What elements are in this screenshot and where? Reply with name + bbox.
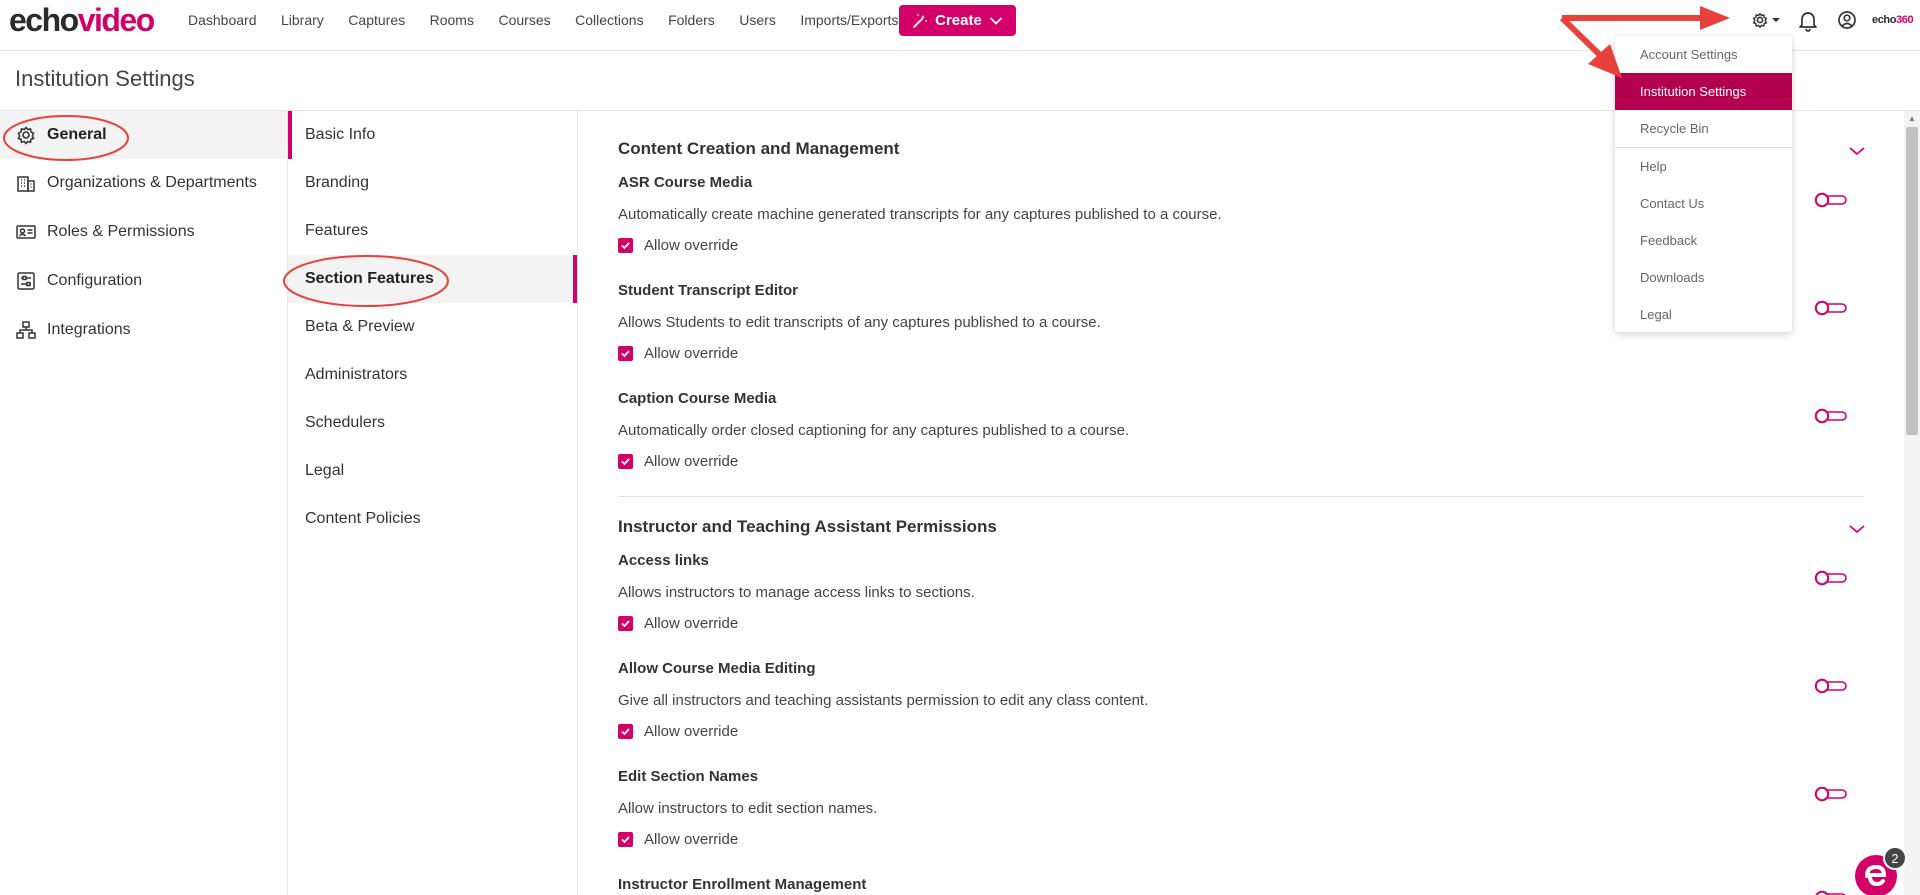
sidebar-item-label: General: [47, 126, 107, 143]
nav-dashboard[interactable]: Dashboard: [188, 12, 257, 28]
chevron-down-icon[interactable]: [1848, 145, 1866, 157]
section-divider: [618, 496, 1864, 497]
nav-folders[interactable]: Folders: [668, 12, 715, 28]
scroll-up-arrow-icon[interactable]: ▲: [1907, 114, 1917, 124]
echo360-logo[interactable]: echo360: [1872, 14, 1914, 26]
allow-override-checkbox[interactable]: Allow override: [618, 345, 738, 362]
subnav-features[interactable]: Features: [288, 207, 577, 255]
nav-imports-exports[interactable]: Imports/Exports: [800, 12, 898, 28]
sidebar-item-label: Integrations: [47, 321, 131, 338]
create-label: Create: [935, 12, 982, 29]
allow-override-checkbox[interactable]: Allow override: [618, 615, 738, 632]
nav-users[interactable]: Users: [739, 12, 776, 28]
sliders-icon: [15, 270, 37, 292]
toggle-switch[interactable]: [1814, 678, 1848, 694]
subnav-branding[interactable]: Branding: [288, 159, 577, 207]
settings-sidebar: General Organizations & Departments Role…: [0, 111, 288, 895]
nav-collections[interactable]: Collections: [575, 12, 643, 28]
sidebar-item-general[interactable]: General: [0, 111, 287, 159]
toggle-switch[interactable]: [1814, 408, 1848, 424]
sidebar-item-label: Roles & Permissions: [47, 223, 195, 240]
menu-item-downloads[interactable]: Downloads: [1615, 259, 1792, 296]
chevron-down-icon[interactable]: [1848, 523, 1866, 535]
menu-item-contact-us[interactable]: Contact Us: [1615, 185, 1792, 222]
page-title: Institution Settings: [15, 66, 195, 91]
menu-item-account-settings[interactable]: Account Settings: [1615, 36, 1792, 73]
section-title: Instructor and Teaching Assistant Permis…: [618, 517, 997, 536]
nav-courses[interactable]: Courses: [498, 12, 550, 28]
setting-title: Instructor Enrollment Management: [618, 876, 867, 893]
toggle-switch[interactable]: [1814, 786, 1848, 802]
setting-description: Allows Students to edit transcripts of a…: [618, 314, 1101, 331]
checkbox-checked-icon: [618, 346, 633, 361]
setting-title: Student Transcript Editor: [618, 282, 799, 299]
checkbox-checked-icon: [618, 454, 633, 469]
menu-item-legal[interactable]: Legal: [1615, 296, 1792, 333]
setting-description: Give all instructors and teaching assist…: [618, 692, 1149, 709]
subnav-schedulers[interactable]: Schedulers: [288, 399, 577, 447]
sidebar-item-integrations[interactable]: Integrations: [0, 306, 287, 354]
setting-title: Access links: [618, 552, 709, 569]
main-nav: Dashboard Library Captures Rooms Courses…: [188, 0, 923, 40]
id-card-icon: [15, 221, 37, 243]
setting-title: Allow Course Media Editing: [618, 660, 816, 677]
general-subnav: Basic Info Branding Features Section Fea…: [288, 111, 578, 895]
checkbox-checked-icon: [618, 616, 633, 631]
menu-item-institution-settings[interactable]: Institution Settings: [1615, 73, 1792, 110]
scrollbar-thumb[interactable]: [1906, 127, 1918, 435]
chat-notification-badge: 2: [1883, 846, 1907, 870]
network-icon: [15, 319, 37, 341]
subnav-section-features[interactable]: Section Features: [288, 255, 577, 303]
sidebar-item-roles-permissions[interactable]: Roles & Permissions: [0, 208, 287, 256]
setting-description: Automatically create machine generated t…: [618, 206, 1222, 223]
magic-wand-icon: [913, 13, 928, 28]
section-title: Content Creation and Management: [618, 139, 900, 158]
checkbox-checked-icon: [618, 238, 633, 253]
notification-bell-icon[interactable]: [1797, 8, 1819, 32]
sidebar-item-label: Configuration: [47, 272, 143, 289]
chevron-down-icon: [989, 16, 1002, 25]
allow-override-checkbox[interactable]: Allow override: [618, 723, 738, 740]
checkbox-checked-icon: [618, 832, 633, 847]
sidebar-item-configuration[interactable]: Configuration: [0, 257, 287, 305]
toggle-switch[interactable]: [1814, 192, 1848, 208]
setting-title: Edit Section Names: [618, 768, 759, 785]
settings-dropdown-menu: Account Settings Institution Settings Re…: [1615, 36, 1792, 332]
gear-icon: [15, 124, 37, 146]
menu-item-recycle-bin[interactable]: Recycle Bin: [1615, 110, 1792, 147]
allow-override-checkbox[interactable]: Allow override: [618, 831, 738, 848]
nav-rooms[interactable]: Rooms: [430, 12, 474, 28]
menu-item-help[interactable]: Help: [1615, 148, 1792, 185]
setting-title: Caption Course Media: [618, 390, 777, 407]
create-button[interactable]: Create: [899, 5, 1016, 36]
building-icon: [15, 172, 37, 194]
setting-title: ASR Course Media: [618, 174, 753, 191]
echovideo-logo[interactable]: echovideo: [9, 4, 155, 36]
user-account-icon[interactable]: [1836, 8, 1858, 32]
allow-override-checkbox[interactable]: Allow override: [618, 237, 738, 254]
sidebar-item-organizations[interactable]: Organizations & Departments: [0, 159, 287, 207]
setting-description: Automatically order closed captioning fo…: [618, 422, 1130, 439]
subnav-administrators[interactable]: Administrators: [288, 351, 577, 399]
subnav-legal[interactable]: Legal: [288, 447, 577, 495]
setting-description: Allows instructors to manage access link…: [618, 584, 975, 601]
toggle-switch[interactable]: [1814, 570, 1848, 586]
nav-captures[interactable]: Captures: [348, 12, 405, 28]
settings-gear-icon[interactable]: [1748, 8, 1782, 32]
setting-description: Allow instructors to edit section names.: [618, 800, 878, 817]
sidebar-item-label: Organizations & Departments: [47, 174, 257, 191]
menu-item-feedback[interactable]: Feedback: [1615, 222, 1792, 259]
checkbox-checked-icon: [618, 724, 633, 739]
allow-override-checkbox[interactable]: Allow override: [618, 453, 738, 470]
nav-library[interactable]: Library: [281, 12, 324, 28]
toggle-switch[interactable]: [1814, 300, 1848, 316]
subnav-basic-info[interactable]: Basic Info: [288, 111, 577, 159]
subnav-content-policies[interactable]: Content Policies: [288, 495, 577, 543]
toggle-switch[interactable]: [1814, 890, 1848, 895]
subnav-beta-preview[interactable]: Beta & Preview: [288, 303, 577, 351]
